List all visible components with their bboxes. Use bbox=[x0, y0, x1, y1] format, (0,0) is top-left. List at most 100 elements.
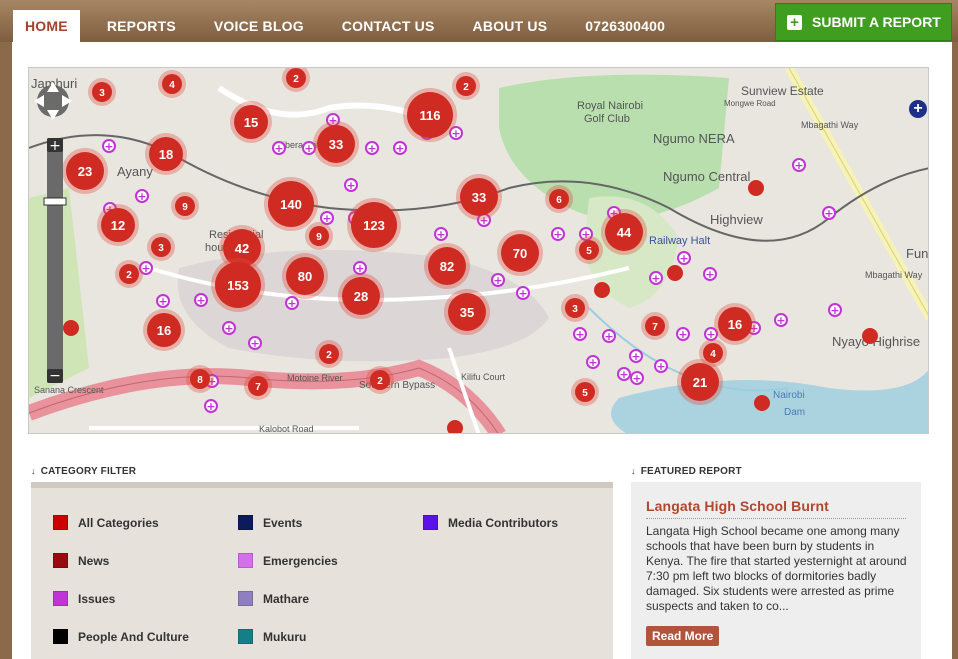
report-cluster[interactable]: 33 bbox=[456, 174, 502, 220]
nav-phone-number[interactable]: 0726300400 bbox=[566, 10, 684, 42]
nav-about-us[interactable]: ABOUT US bbox=[454, 10, 567, 42]
category-news[interactable]: News bbox=[53, 553, 109, 568]
zoom-slider-handle[interactable] bbox=[43, 197, 67, 206]
report-cluster[interactable]: 12 bbox=[97, 204, 139, 246]
category-issues[interactable]: Issues bbox=[53, 591, 115, 606]
single-report-dot[interactable] bbox=[754, 395, 770, 411]
report-marker[interactable]: + bbox=[204, 399, 218, 413]
report-marker[interactable]: + bbox=[551, 227, 565, 241]
report-cluster[interactable]: 2 bbox=[366, 366, 394, 394]
report-marker[interactable]: + bbox=[573, 327, 587, 341]
report-marker[interactable]: + bbox=[434, 227, 448, 241]
report-marker[interactable]: + bbox=[822, 206, 836, 220]
category-events[interactable]: Events bbox=[238, 515, 302, 530]
report-marker[interactable]: + bbox=[344, 178, 358, 192]
layer-switcher-plus-icon[interactable]: + bbox=[909, 100, 927, 118]
report-marker[interactable]: + bbox=[491, 273, 505, 287]
report-marker[interactable]: + bbox=[774, 313, 788, 327]
report-cluster[interactable]: 2 bbox=[315, 340, 343, 368]
report-cluster[interactable]: 80 bbox=[282, 253, 328, 299]
report-cluster[interactable]: 123 bbox=[347, 198, 401, 252]
single-report-dot[interactable] bbox=[63, 320, 79, 336]
report-marker[interactable]: + bbox=[828, 303, 842, 317]
nav-contact-us[interactable]: CONTACT US bbox=[323, 10, 454, 42]
report-marker[interactable]: + bbox=[703, 267, 717, 281]
read-more-button[interactable]: Read More bbox=[646, 626, 720, 646]
report-cluster[interactable]: 23 bbox=[62, 148, 108, 194]
report-marker[interactable]: + bbox=[516, 286, 530, 300]
cluster-count: 116 bbox=[420, 108, 441, 123]
category-mukuru[interactable]: Mukuru bbox=[238, 629, 306, 644]
report-cluster[interactable]: 82 bbox=[424, 243, 470, 289]
incident-map[interactable]: Sunview Estate Royal Nairobi Golf Club Ngum… bbox=[28, 67, 929, 434]
report-cluster[interactable]: 70 bbox=[497, 230, 543, 276]
single-report-dot[interactable] bbox=[748, 180, 764, 196]
report-cluster[interactable]: 16 bbox=[143, 309, 185, 351]
category-media-contributors[interactable]: Media Contributors bbox=[423, 515, 558, 530]
report-cluster[interactable]: 35 bbox=[444, 289, 490, 335]
report-marker[interactable]: + bbox=[393, 141, 407, 155]
svg-text:+: + bbox=[656, 360, 665, 373]
zoom-slider[interactable]: + − bbox=[43, 138, 67, 384]
report-marker[interactable]: + bbox=[194, 293, 208, 307]
report-marker[interactable]: + bbox=[654, 359, 668, 373]
report-cluster[interactable]: 7 bbox=[244, 372, 272, 400]
report-cluster[interactable]: 2 bbox=[115, 260, 143, 288]
svg-text:−: − bbox=[49, 368, 61, 384]
report-marker[interactable]: + bbox=[248, 336, 262, 350]
report-marker[interactable]: + bbox=[222, 321, 236, 335]
report-cluster[interactable]: 140 bbox=[264, 177, 318, 231]
report-cluster[interactable]: 16 bbox=[714, 303, 756, 345]
featured-report-title[interactable]: Langata High School Burnt bbox=[646, 498, 829, 514]
report-cluster[interactable]: 5 bbox=[575, 236, 603, 264]
single-report-dot[interactable] bbox=[667, 265, 683, 281]
report-cluster[interactable]: 9 bbox=[305, 222, 333, 250]
report-marker[interactable]: + bbox=[649, 271, 663, 285]
report-cluster[interactable]: 18 bbox=[145, 133, 187, 175]
report-marker[interactable]: + bbox=[629, 349, 643, 363]
category-all[interactable]: All Categories bbox=[53, 515, 159, 530]
report-cluster[interactable]: 33 bbox=[313, 121, 359, 167]
report-cluster[interactable]: 28 bbox=[338, 273, 384, 319]
report-marker[interactable]: + bbox=[676, 327, 690, 341]
report-marker[interactable]: + bbox=[272, 141, 286, 155]
report-cluster[interactable]: 3 bbox=[561, 294, 589, 322]
report-cluster[interactable]: 6 bbox=[545, 185, 573, 213]
nav-voice-blog[interactable]: VOICE BLOG bbox=[195, 10, 323, 42]
nav-reports[interactable]: REPORTS bbox=[88, 10, 195, 42]
category-people-and-culture[interactable]: People And Culture bbox=[53, 629, 189, 644]
report-cluster[interactable]: 21 bbox=[677, 359, 723, 405]
report-cluster[interactable]: 4 bbox=[158, 70, 186, 98]
report-cluster[interactable]: 2 bbox=[452, 72, 480, 100]
report-cluster[interactable]: 3 bbox=[147, 233, 175, 261]
category-emergencies[interactable]: Emergencies bbox=[238, 553, 338, 568]
report-marker[interactable]: + bbox=[677, 251, 691, 265]
report-cluster[interactable]: 5 bbox=[571, 378, 599, 406]
single-report-dot[interactable] bbox=[862, 328, 878, 344]
report-marker[interactable]: + bbox=[102, 139, 116, 153]
report-cluster[interactable]: 8 bbox=[186, 365, 214, 393]
report-cluster[interactable]: 15 bbox=[230, 101, 272, 143]
report-cluster[interactable]: 44 bbox=[601, 209, 647, 255]
nav-home[interactable]: HOME bbox=[13, 10, 80, 42]
report-cluster[interactable]: 9 bbox=[171, 192, 199, 220]
report-marker[interactable]: + bbox=[792, 158, 806, 172]
report-cluster[interactable]: 7 bbox=[641, 312, 669, 340]
submit-report-button[interactable]: + SUBMIT A REPORT bbox=[775, 3, 952, 41]
report-marker[interactable]: + bbox=[365, 141, 379, 155]
report-marker[interactable]: + bbox=[630, 371, 644, 385]
report-cluster[interactable]: 153 bbox=[211, 258, 265, 312]
report-cluster[interactable]: 116 bbox=[403, 88, 457, 142]
report-marker[interactable]: + bbox=[285, 296, 299, 310]
category-mathare[interactable]: Mathare bbox=[238, 591, 309, 606]
single-report-dot[interactable] bbox=[594, 282, 610, 298]
report-marker[interactable]: + bbox=[602, 329, 616, 343]
report-marker[interactable]: + bbox=[586, 355, 600, 369]
category-label: News bbox=[78, 553, 110, 568]
map-canvas[interactable]: Sunview Estate Royal NairobiGolf Club Ngum… bbox=[29, 68, 929, 434]
report-cluster[interactable]: 3 bbox=[88, 78, 116, 106]
svg-text:+: + bbox=[395, 142, 404, 155]
report-marker[interactable]: + bbox=[617, 367, 631, 381]
report-marker[interactable]: + bbox=[156, 294, 170, 308]
report-marker[interactable]: + bbox=[135, 189, 149, 203]
